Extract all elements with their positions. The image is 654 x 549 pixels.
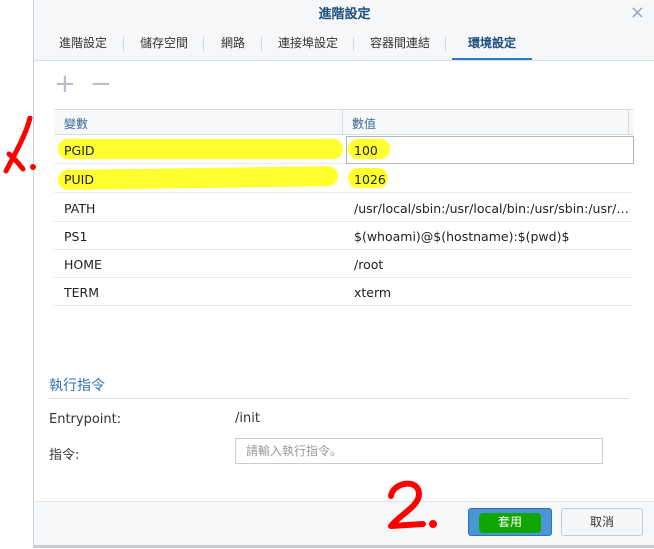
- env-value: 1026: [354, 172, 386, 187]
- env-value: /usr/local/sbin:/usr/local/bin:/usr/sbin…: [354, 201, 629, 216]
- section-divider: [49, 398, 629, 399]
- env-value: xterm: [354, 285, 392, 300]
- table-row[interactable]: PS1 $(whoami)@$(hostname):$(pwd)$: [54, 221, 632, 250]
- apply-button-label: 套用: [497, 515, 522, 529]
- env-key: PATH: [64, 201, 96, 216]
- table-header: 變數 數值: [54, 109, 634, 135]
- tab-advanced[interactable]: 進階設定: [42, 30, 124, 58]
- execution-section-title: 執行指令: [49, 378, 105, 394]
- tab-storage[interactable]: 儲存空間: [124, 30, 204, 58]
- tab-bar: 進階設定 儲存空間 網路 連接埠設定 容器間連結 環境設定: [34, 30, 654, 61]
- env-variable-table: 變數 數值 PGID 100 PUID 1026 PATH /usr/local…: [54, 109, 634, 309]
- apply-button[interactable]: 套用: [468, 508, 552, 536]
- table-row[interactable]: PUID 1026: [54, 164, 632, 193]
- command-label: 指令:: [49, 448, 80, 463]
- environment-panel: + − 變數 數值 PGID 100 PUID 1026 PATH /usr/l…: [34, 61, 654, 501]
- advanced-settings-dialog: 進階設定 × 進階設定 儲存空間 網路 連接埠設定 容器間連結 環境設定 + −…: [33, 0, 654, 549]
- tab-environment[interactable]: 環境設定: [452, 30, 532, 60]
- env-value: /root: [354, 257, 384, 272]
- tab-network[interactable]: 網路: [204, 30, 262, 58]
- table-row[interactable]: HOME /root: [54, 249, 632, 278]
- env-value: 100: [354, 143, 378, 158]
- remove-icon[interactable]: −: [90, 71, 112, 97]
- column-header-value[interactable]: 數值: [352, 115, 376, 132]
- env-key: TERM: [64, 285, 100, 300]
- annotation-number-1: [3, 116, 36, 174]
- command-input[interactable]: 請輸入執行指令。: [235, 438, 603, 464]
- table-row[interactable]: PATH /usr/local/sbin:/usr/local/bin:/usr…: [54, 193, 632, 222]
- table-row[interactable]: TERM xterm: [54, 277, 632, 306]
- env-value: $(whoami)@$(hostname):$(pwd)$: [354, 229, 570, 244]
- column-header-variable[interactable]: 變數: [64, 115, 88, 132]
- table-row[interactable]: PGID 100: [54, 135, 634, 164]
- annotation-number-2: [388, 480, 437, 529]
- env-key: PS1: [64, 229, 88, 244]
- env-key: PUID: [64, 172, 94, 187]
- entrypoint-label: Entrypoint:: [49, 412, 122, 427]
- tab-port-settings[interactable]: 連接埠設定: [262, 30, 354, 58]
- tab-links[interactable]: 容器間連結: [354, 30, 446, 58]
- add-icon[interactable]: +: [54, 71, 76, 97]
- close-icon[interactable]: ×: [630, 4, 645, 22]
- cancel-button[interactable]: 取消: [561, 508, 643, 536]
- env-key: PGID: [64, 143, 95, 158]
- dialog-title: 進階設定: [318, 7, 371, 22]
- env-key: HOME: [64, 257, 102, 272]
- entrypoint-value: /init: [235, 411, 260, 426]
